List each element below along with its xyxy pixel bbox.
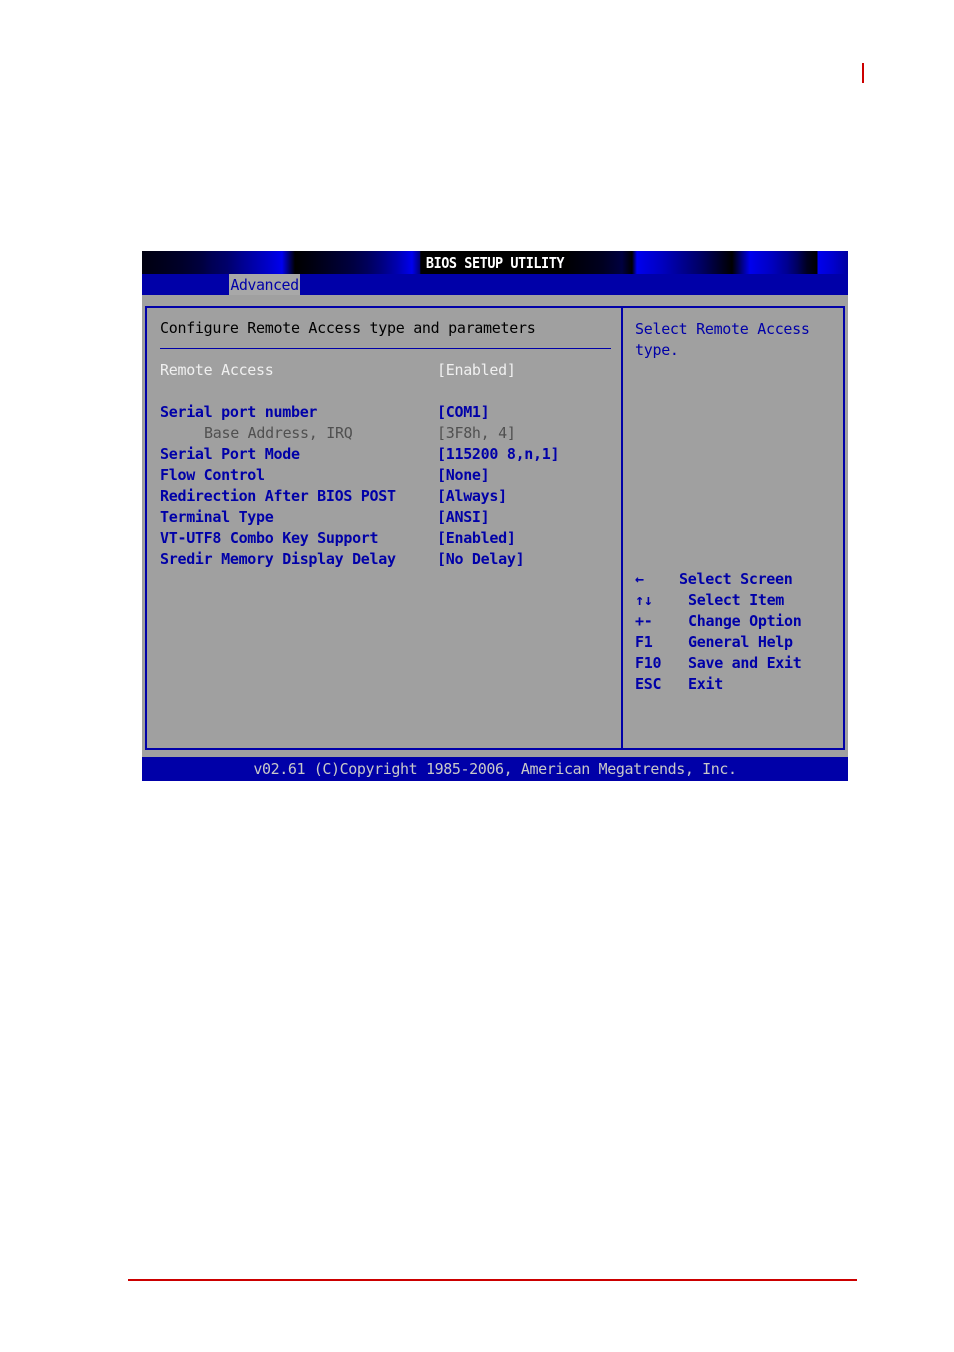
setting-label: Serial Port Mode [160, 445, 300, 463]
setting-value[interactable]: [Enabled] [437, 361, 516, 379]
bios-title: BIOS SETUP UTILITY [420, 251, 570, 274]
setting-value[interactable]: [Always] [437, 487, 507, 505]
setting-label: Flow Control [160, 466, 265, 484]
key-desc: General Help [688, 633, 793, 651]
key-label: ESC [635, 675, 662, 693]
setting-value[interactable]: [None] [437, 466, 490, 484]
setting-label: VT-UTF8 Combo Key Support [160, 529, 379, 547]
setting-value[interactable]: [Enabled] [437, 529, 516, 547]
setting-value[interactable]: [COM1] [437, 403, 490, 421]
settings-panel: Configure Remote Access type and paramet… [145, 306, 623, 750]
setting-serial-port-number[interactable]: Serial port number [COM1] [147, 403, 623, 424]
key-hint-select-item: ↑↓ Select Item [635, 591, 835, 612]
setting-label: Terminal Type [160, 508, 274, 526]
page-footer-rule [128, 1279, 857, 1281]
help-panel: Select Remote Access type. ← Select Scre… [621, 306, 845, 750]
plus-minus-icon: +- [635, 612, 653, 630]
setting-value[interactable]: [ANSI] [437, 508, 490, 526]
setting-terminal-type[interactable]: Terminal Type [ANSI] [147, 508, 623, 529]
setting-label: Remote Access [160, 361, 274, 379]
key-desc: Change Option [688, 612, 802, 630]
setting-label: Sredir Memory Display Delay [160, 550, 396, 568]
setting-remote-access[interactable]: Remote Access [Enabled] [147, 361, 623, 382]
section-divider [160, 348, 611, 349]
key-label: F10 [635, 654, 662, 672]
setting-value[interactable]: [115200 8,n,1] [437, 445, 560, 463]
tab-advanced[interactable]: Advanced [229, 274, 300, 295]
setting-redirection-after-post[interactable]: Redirection After BIOS POST [Always] [147, 487, 623, 508]
key-hint-exit: ESC Exit [635, 675, 835, 696]
key-legend: ← Select Screen ↑↓ Select Item +- Change… [635, 570, 835, 696]
page-header-marker [862, 63, 864, 83]
help-description: Select Remote Access type. [635, 320, 810, 359]
key-hint-select-screen: ← Select Screen [635, 570, 835, 591]
setting-sredir-memory-delay[interactable]: Sredir Memory Display Delay [No Delay] [147, 550, 623, 571]
key-desc: Select Screen [679, 570, 793, 588]
key-hint-change-option: +- Change Option [635, 612, 835, 633]
bios-menu-bar: Advanced [142, 274, 848, 295]
section-title: Configure Remote Access type and paramet… [160, 319, 536, 337]
setting-base-address-irq: Base Address, IRQ [3F8h, 4] [147, 424, 623, 445]
setting-label: Redirection After BIOS POST [160, 487, 396, 505]
key-label: F1 [635, 633, 653, 651]
setting-serial-port-mode[interactable]: Serial Port Mode [115200 8,n,1] [147, 445, 623, 466]
key-desc: Save and Exit [688, 654, 802, 672]
left-arrow-icon: ← [635, 570, 644, 588]
bios-title-bar: BIOS SETUP UTILITY [142, 251, 848, 274]
setting-label: Serial port number [160, 403, 318, 421]
key-desc: Select Item [688, 591, 785, 609]
setting-vt-utf8-combo-key[interactable]: VT-UTF8 Combo Key Support [Enabled] [147, 529, 623, 550]
setting-value[interactable]: [No Delay] [437, 550, 525, 568]
key-desc: Exit [688, 675, 723, 693]
bios-screen: BIOS SETUP UTILITY Advanced Configure Re… [142, 251, 848, 781]
copyright-status-bar: v02.61 (C)Copyright 1985-2006, American … [142, 757, 848, 781]
setting-label: Base Address, IRQ [204, 424, 353, 442]
key-hint-save-exit: F10 Save and Exit [635, 654, 835, 675]
key-hint-general-help: F1 General Help [635, 633, 835, 654]
up-down-arrows-icon: ↑↓ [635, 591, 653, 609]
setting-flow-control[interactable]: Flow Control [None] [147, 466, 623, 487]
setting-value: [3F8h, 4] [437, 424, 516, 442]
